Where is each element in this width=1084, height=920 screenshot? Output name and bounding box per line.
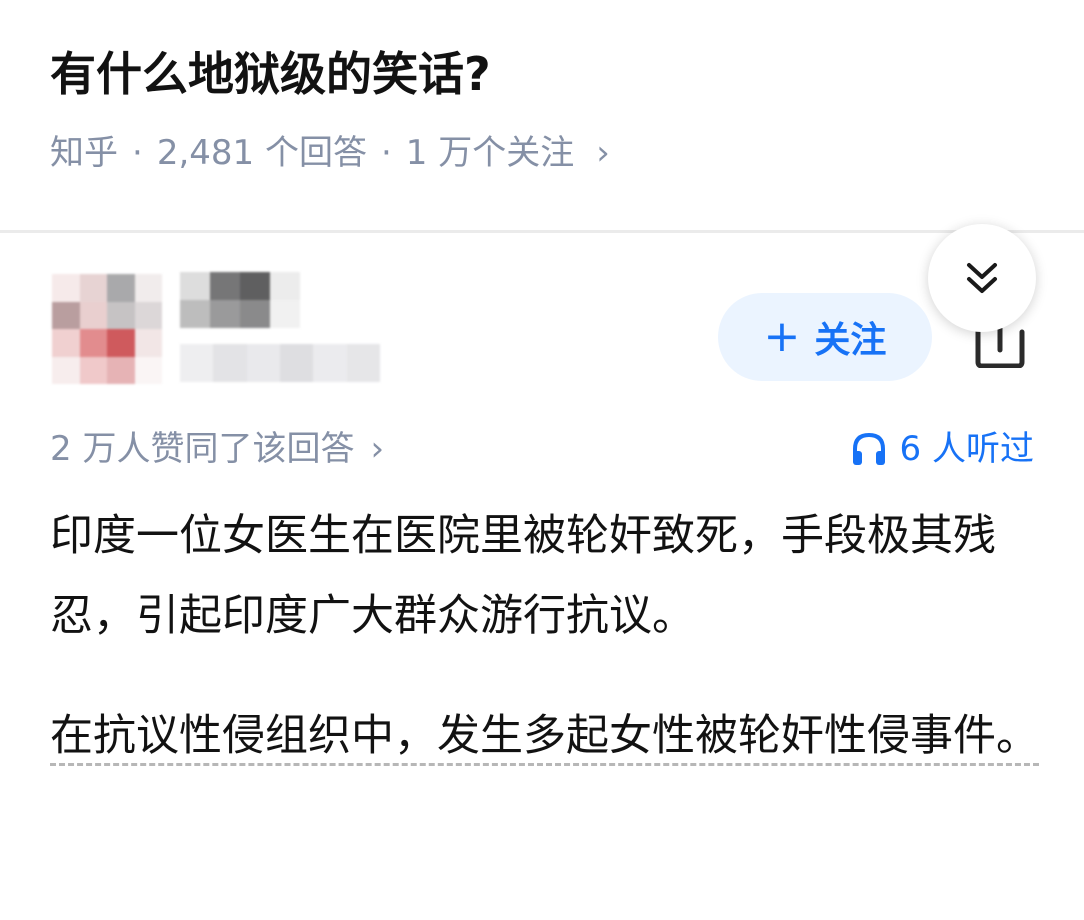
author-name[interactable] bbox=[180, 272, 300, 328]
question-title[interactable]: 有什么地狱级的笑话? bbox=[50, 38, 491, 110]
answer-count: 2,481 个回答 bbox=[156, 133, 367, 173]
avatar[interactable] bbox=[52, 274, 162, 384]
question-meta[interactable]: 知乎 · 2,481 个回答 · 1 万个关注 › bbox=[50, 128, 610, 178]
follow-button[interactable]: + 关注 bbox=[718, 293, 932, 381]
follow-label: 关注 bbox=[814, 320, 887, 361]
meta-separator: · bbox=[380, 133, 392, 173]
follower-count: 1 万个关注 bbox=[405, 133, 575, 173]
source-label: 知乎 bbox=[50, 133, 118, 173]
plus-icon: + bbox=[763, 311, 801, 362]
upvote-count[interactable]: 2 万人赞同了该回答 › bbox=[50, 424, 384, 474]
upvote-label: 2 万人赞同了该回答 bbox=[50, 429, 355, 469]
chevron-right-icon: › bbox=[370, 429, 385, 469]
answer-highlight[interactable]: 在抗议性侵组织中，发生多起女性被轮奸性侵事件。 bbox=[50, 711, 1039, 766]
author-bio bbox=[180, 344, 380, 382]
answer-paragraph[interactable]: 在抗议性侵组织中，发生多起女性被轮奸性侵事件。 bbox=[50, 696, 1040, 776]
chevron-right-icon: › bbox=[596, 133, 610, 173]
answer-paragraph: 印度一位女医生在医院里被轮奸致死，手段极其残忍，引起印度广大群众游行抗议。 bbox=[50, 511, 996, 641]
headphones-icon bbox=[852, 432, 885, 465]
section-divider bbox=[0, 230, 1084, 233]
listen-label: 6 人听过 bbox=[899, 429, 1034, 469]
collapse-button[interactable] bbox=[928, 224, 1036, 332]
meta-separator: · bbox=[132, 133, 143, 173]
double-chevron-down-icon bbox=[967, 263, 997, 293]
listen-count[interactable]: 6 人听过 bbox=[850, 424, 1034, 474]
